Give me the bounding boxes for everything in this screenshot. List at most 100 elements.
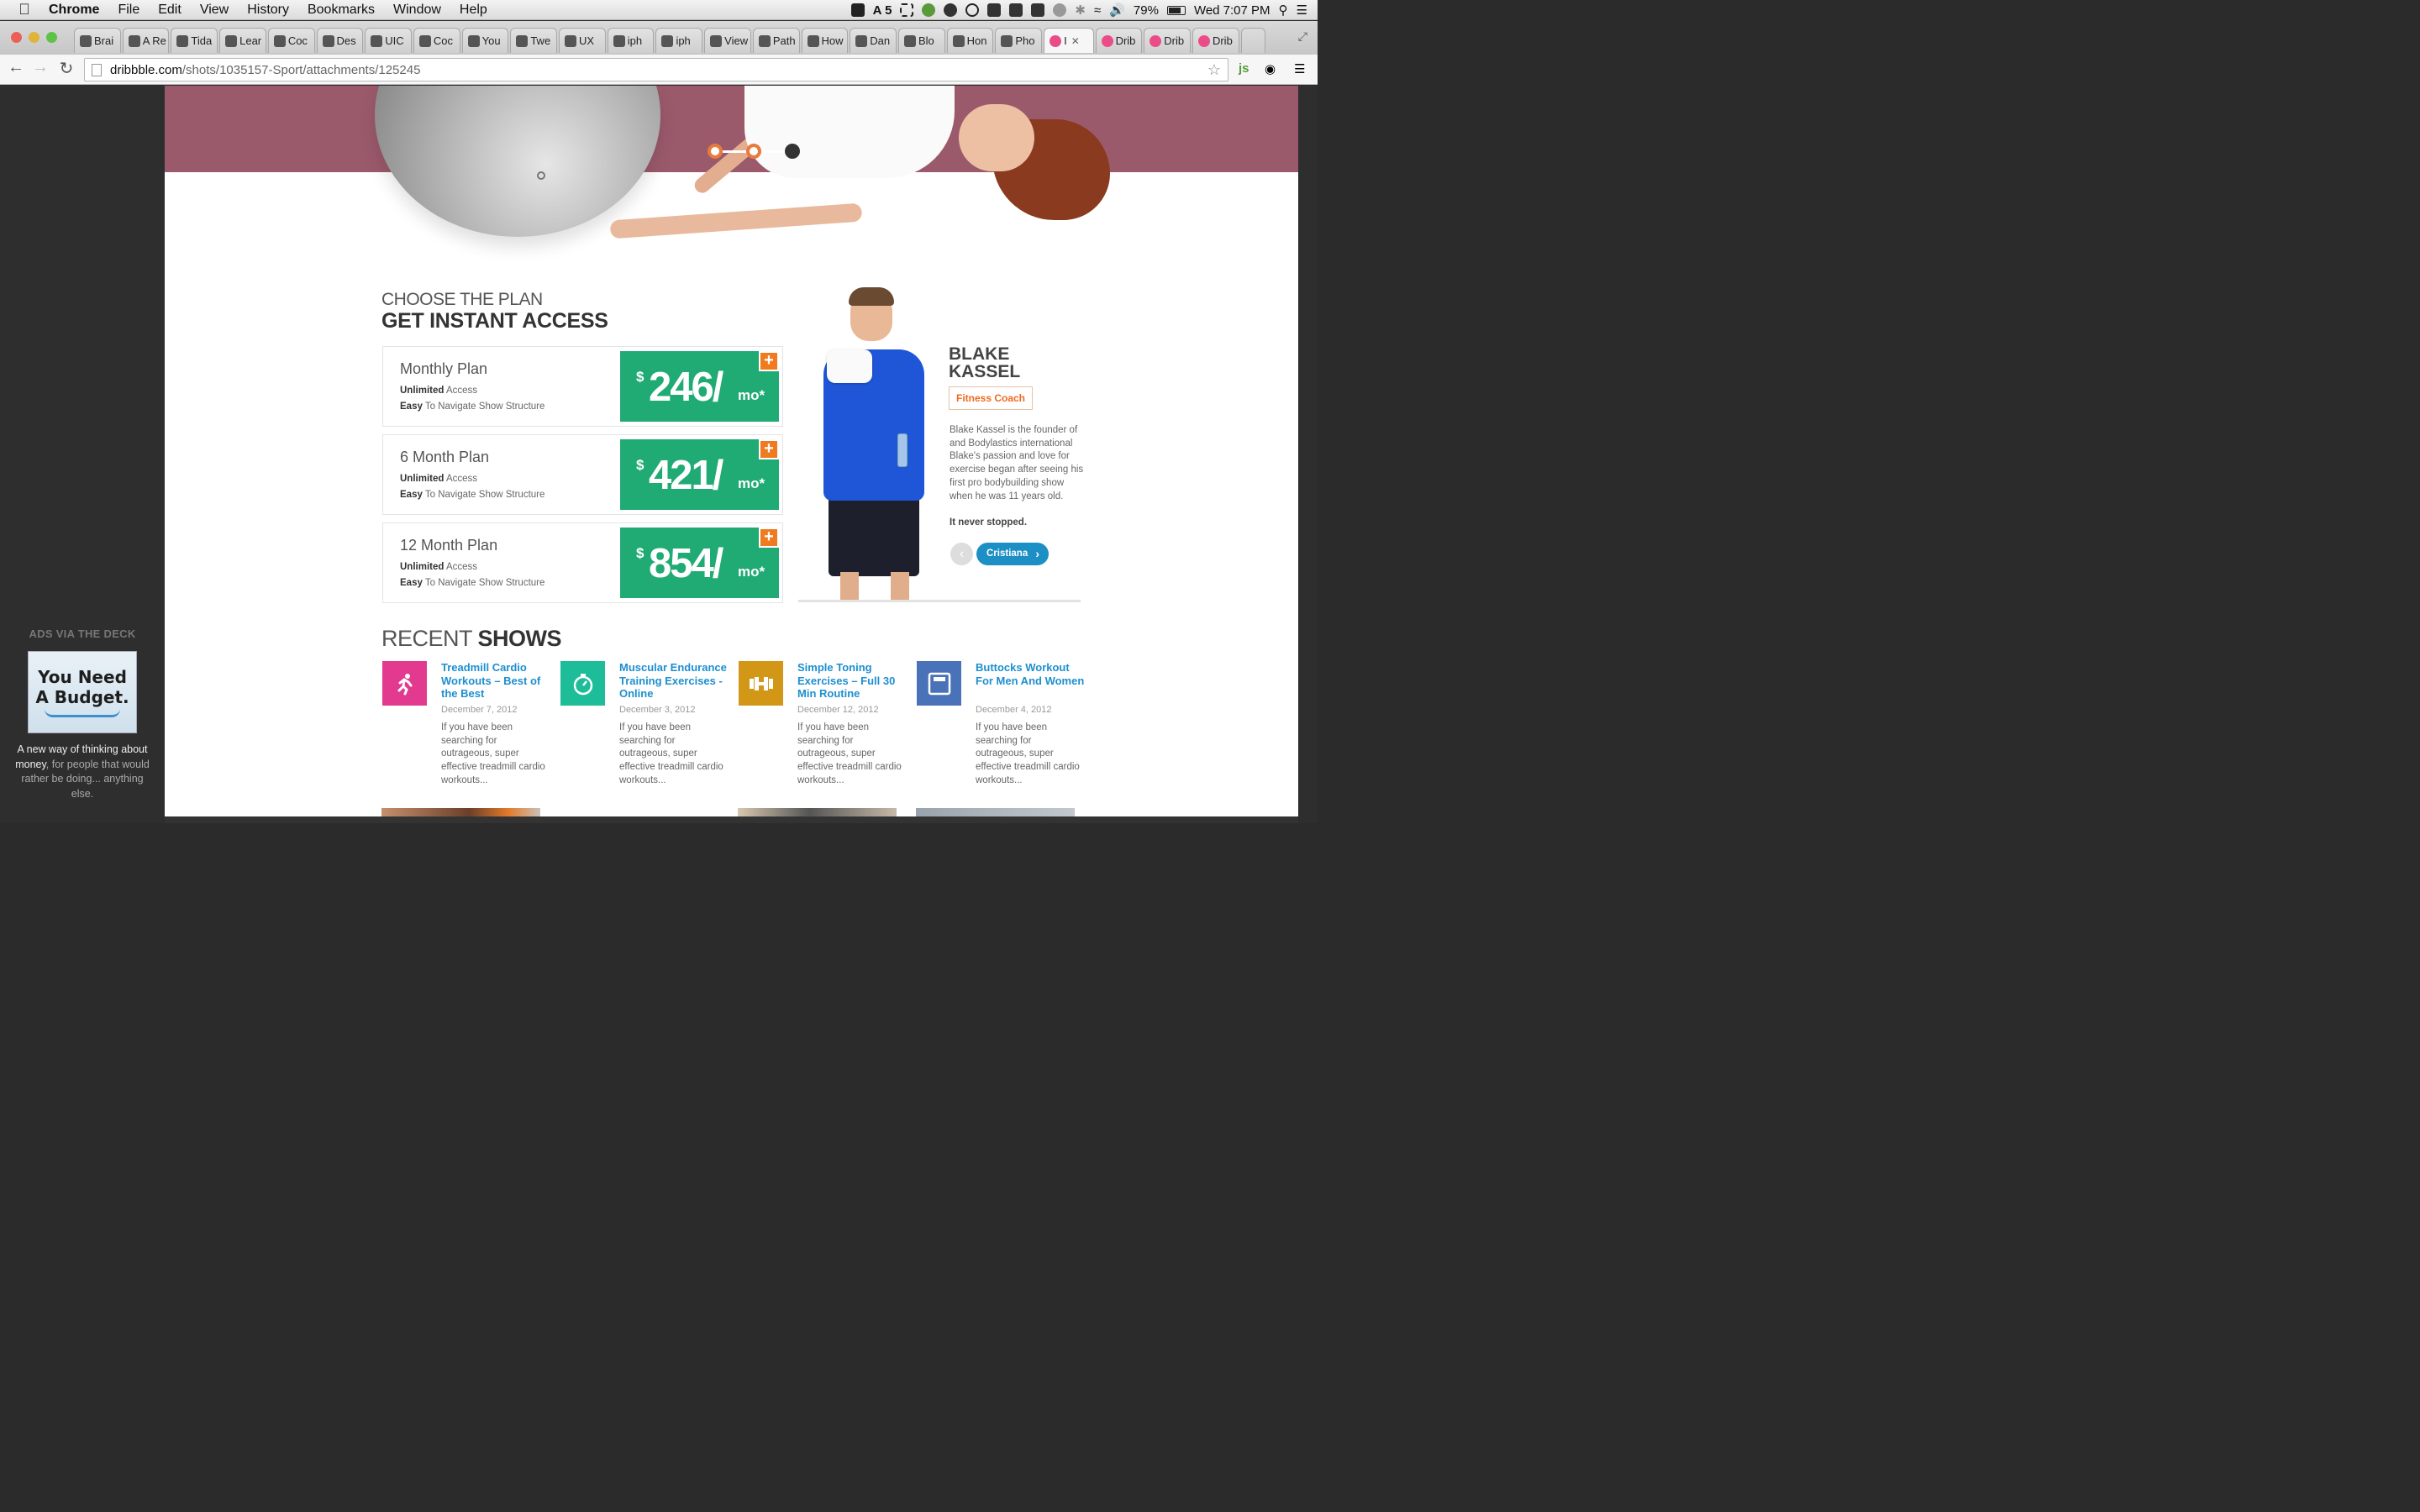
thumbnail-image[interactable] bbox=[916, 808, 1075, 816]
ad-image[interactable]: You Need A Budget. bbox=[28, 651, 137, 733]
back-button[interactable]: ← bbox=[3, 58, 29, 77]
notification-center-icon[interactable]: ☰ bbox=[1297, 3, 1307, 18]
browser-tab[interactable]: UX bbox=[559, 28, 606, 53]
add-plan-button[interactable]: + bbox=[759, 439, 779, 459]
show-title-link[interactable]: Buttocks Workout For Men And Women bbox=[976, 661, 1089, 687]
browser-tab[interactable]: Drib bbox=[1095, 28, 1143, 53]
menu-window[interactable]: Window bbox=[384, 3, 450, 18]
browser-tab[interactable]: Des bbox=[316, 28, 364, 53]
add-plan-button[interactable]: + bbox=[759, 351, 779, 371]
price-unit: mo* bbox=[738, 475, 765, 491]
dumbbell-icon[interactable] bbox=[739, 661, 783, 706]
menu-history[interactable]: History bbox=[238, 3, 298, 18]
plan-price[interactable]: $ 246/ mo* + bbox=[620, 351, 779, 422]
browser-tab[interactable]: iph bbox=[655, 28, 703, 53]
check-icon[interactable] bbox=[1031, 3, 1045, 17]
tab-label: iph bbox=[676, 34, 691, 47]
add-plan-button[interactable]: + bbox=[759, 528, 779, 548]
scale-icon[interactable] bbox=[917, 661, 961, 706]
slider-dot-1[interactable] bbox=[708, 144, 723, 159]
fullscreen-icon[interactable]: ⤢ bbox=[1298, 29, 1307, 44]
show-title-link[interactable]: Muscular Endurance Training Exercises - … bbox=[619, 661, 733, 701]
menu-view[interactable]: View bbox=[191, 3, 238, 18]
battery-percent[interactable]: 79% bbox=[1134, 3, 1159, 18]
browser-tab[interactable]: Coc bbox=[413, 28, 460, 53]
ad-copy[interactable]: A new way of thinking about money, for p… bbox=[13, 743, 151, 801]
browser-tab[interactable]: Path bbox=[752, 28, 800, 53]
evernote-icon[interactable] bbox=[922, 3, 936, 17]
thumbnail-image[interactable] bbox=[560, 808, 718, 816]
thumbnail-image[interactable] bbox=[738, 808, 897, 816]
browser-tab[interactable]: Pho bbox=[995, 28, 1043, 53]
apple-menu-icon[interactable]:  bbox=[0, 1, 49, 18]
new-tab-button[interactable] bbox=[1240, 28, 1265, 53]
menu-bookmarks[interactable]: Bookmarks bbox=[298, 3, 384, 18]
show-title-link[interactable]: Simple Toning Exercises – Full 30 Min Ro… bbox=[797, 661, 911, 701]
plan-price[interactable]: $ 854/ mo* + bbox=[620, 528, 779, 598]
slider-dot-3[interactable] bbox=[785, 144, 800, 159]
adobe-notification-icon[interactable]: A 5 bbox=[873, 3, 892, 18]
bookmark-star-icon[interactable]: ☆ bbox=[1207, 61, 1221, 79]
prev-coach-button[interactable]: ‹ bbox=[950, 543, 973, 565]
browser-toolbar: ← → ↻ dribbble.com/shots/1035157-Sport/a… bbox=[0, 55, 1318, 85]
browser-tab[interactable]: Brai bbox=[74, 28, 121, 53]
battery-icon[interactable] bbox=[1166, 5, 1186, 15]
bluetooth-icon[interactable]: ✱ bbox=[1075, 3, 1086, 18]
browser-tab[interactable]: iph bbox=[607, 28, 655, 53]
menu-edit[interactable]: Edit bbox=[149, 3, 191, 18]
plan-price[interactable]: $ 421/ mo* + bbox=[620, 439, 779, 510]
hat-icon[interactable] bbox=[944, 3, 958, 17]
next-coach-button[interactable]: Cristiana › bbox=[976, 543, 1049, 565]
minimize-window-button[interactable] bbox=[29, 32, 39, 43]
browser-tab[interactable]: View bbox=[704, 28, 751, 53]
browser-tab[interactable]: Dan bbox=[850, 28, 897, 53]
browser-tab[interactable]: You bbox=[461, 28, 509, 53]
browser-tab[interactable]: Blo bbox=[897, 28, 945, 53]
menu-help[interactable]: Help bbox=[450, 3, 497, 18]
browser-tab[interactable]: Tida bbox=[171, 28, 218, 53]
slider-dot-2[interactable] bbox=[746, 144, 761, 159]
running-icon[interactable] bbox=[382, 661, 427, 706]
wifi-icon[interactable]: ≈ bbox=[1094, 3, 1101, 18]
plan-card-monthly[interactable]: Monthly Plan Unlimited Access Easy To Na… bbox=[382, 346, 783, 427]
browser-tab[interactable]: Drib bbox=[1144, 28, 1191, 53]
clock[interactable]: Wed 7:07 PM bbox=[1194, 3, 1270, 18]
plan-card-12-month[interactable]: 12 Month Plan Unlimited Access Easy To N… bbox=[382, 522, 783, 603]
volume-icon[interactable]: 🔊 bbox=[1109, 3, 1125, 18]
plan-name: Monthly Plan bbox=[400, 360, 488, 377]
tab-label: Lear bbox=[239, 34, 262, 47]
price-unit: mo* bbox=[738, 387, 765, 403]
close-tab-icon[interactable]: ✕ bbox=[1071, 35, 1080, 47]
js-extension-icon[interactable]: js bbox=[1239, 61, 1249, 76]
screenshot-icon[interactable] bbox=[900, 3, 914, 17]
sync-icon[interactable] bbox=[965, 3, 980, 17]
browser-tab[interactable]: Twe bbox=[510, 28, 558, 53]
stopwatch-icon[interactable] bbox=[560, 661, 605, 706]
address-bar[interactable]: dribbble.com/shots/1035157-Sport/attachm… bbox=[84, 58, 1228, 81]
forward-button[interactable]: → bbox=[28, 58, 53, 77]
browser-tab[interactable]: Drib bbox=[1192, 28, 1239, 53]
eye-extension-icon[interactable]: ◉ bbox=[1265, 61, 1276, 76]
reload-button[interactable]: ↻ bbox=[54, 58, 79, 79]
menu-file[interactable]: File bbox=[108, 3, 149, 18]
browser-tab[interactable]: A Re bbox=[122, 28, 170, 53]
zoom-window-button[interactable] bbox=[46, 32, 57, 43]
elephant-icon[interactable] bbox=[1009, 3, 1023, 17]
chrome-menu-icon[interactable]: ☰ bbox=[1294, 61, 1305, 76]
browser-tab[interactable]: Hon bbox=[946, 28, 994, 53]
time-machine-icon[interactable] bbox=[1053, 3, 1067, 17]
spotlight-icon[interactable]: ⚲ bbox=[1279, 3, 1288, 18]
cup-icon[interactable] bbox=[987, 3, 1002, 17]
browser-tab[interactable]: I ✕ bbox=[1044, 28, 1094, 53]
menu-app-name[interactable]: Chrome bbox=[49, 3, 108, 18]
plan-card-6-month[interactable]: 6 Month Plan Unlimited Access Easy To Na… bbox=[382, 434, 783, 515]
thumbnail-image[interactable] bbox=[381, 808, 540, 816]
browser-tab[interactable]: Coc bbox=[267, 28, 315, 53]
show-title-link[interactable]: Treadmill Cardio Workouts – Best of the … bbox=[441, 661, 555, 701]
browser-tab[interactable]: Lear bbox=[219, 28, 266, 53]
plans-eyebrow: CHOOSE THE PLAN bbox=[381, 290, 543, 309]
browser-tab[interactable]: How bbox=[801, 28, 849, 53]
browser-tab[interactable]: UIC bbox=[365, 28, 412, 53]
close-window-button[interactable] bbox=[11, 32, 22, 43]
dropbox-icon[interactable] bbox=[850, 3, 865, 17]
